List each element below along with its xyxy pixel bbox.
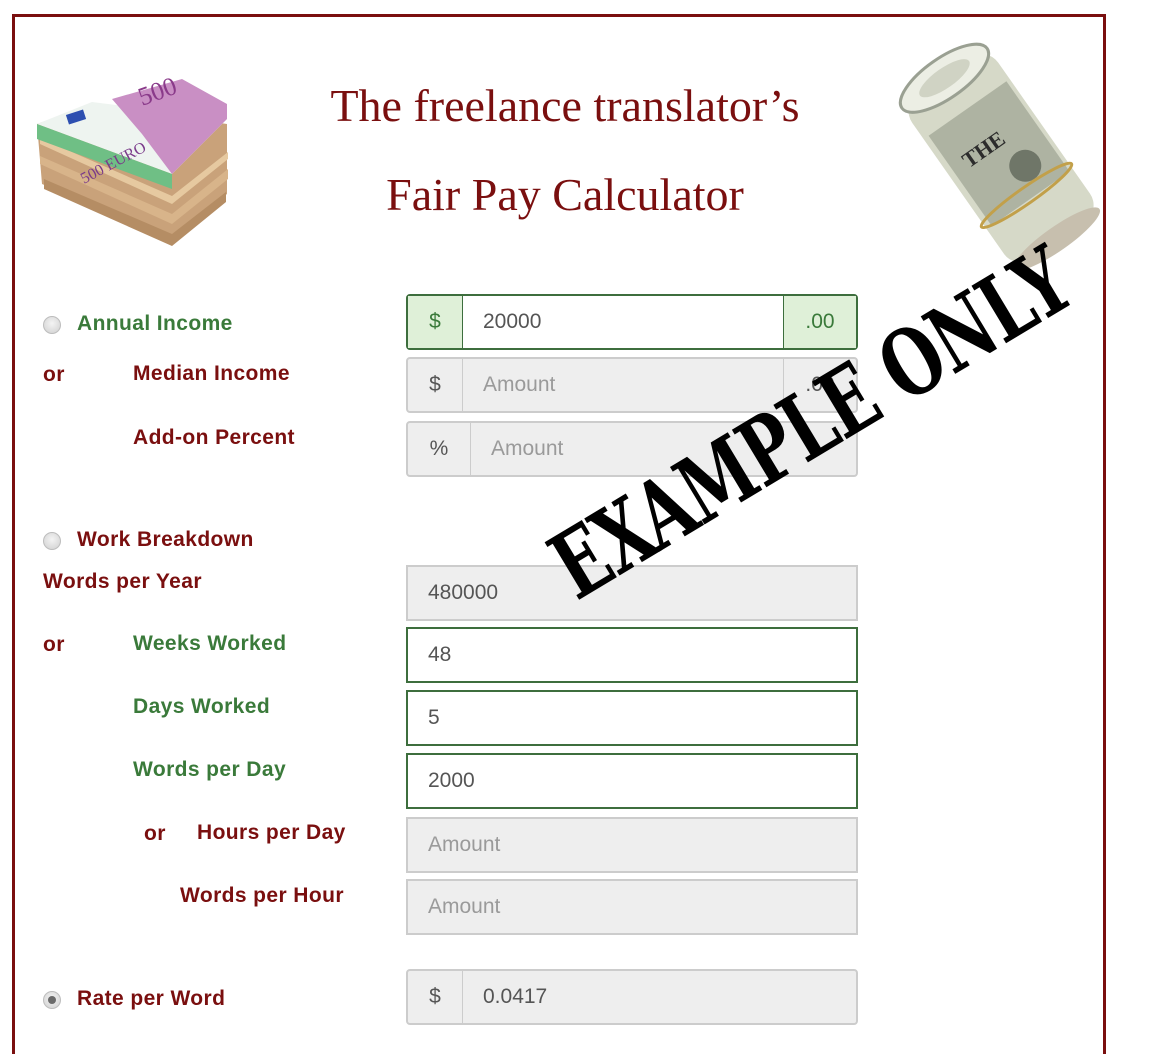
- or-label: or: [144, 822, 166, 845]
- page-title-line1: The freelance translator’s: [330, 80, 800, 131]
- hours-per-day-input[interactable]: Amount: [408, 819, 856, 871]
- weeks-worked-label: Weeks Worked: [133, 632, 287, 655]
- words-per-hour-input[interactable]: Amount: [408, 881, 856, 933]
- dollar-prefix: $: [408, 971, 463, 1023]
- rate-per-word-label: Rate per Word: [77, 987, 226, 1010]
- words-per-day-input[interactable]: 2000: [408, 755, 856, 807]
- words-per-year-label: Words per Year: [43, 570, 202, 593]
- rate-per-word-input[interactable]: 0.0417: [463, 971, 856, 1023]
- percent-prefix: %: [408, 423, 471, 475]
- words-per-day-field: 2000: [406, 753, 858, 809]
- words-per-day-label: Words per Day: [133, 758, 287, 781]
- median-income-input[interactable]: Amount: [463, 359, 783, 411]
- work-breakdown-label: Work Breakdown: [77, 528, 254, 551]
- addon-percent-label: Add-on Percent: [133, 426, 295, 449]
- or-label: or: [43, 633, 65, 656]
- dollar-roll-image: THE: [898, 42, 1101, 270]
- days-worked-field: 5: [406, 690, 858, 746]
- words-per-hour-label: Words per Hour: [180, 884, 344, 907]
- or-label: or: [43, 363, 65, 386]
- rate-per-word-radio[interactable]: [43, 991, 61, 1009]
- dollar-prefix: $: [408, 296, 463, 348]
- annual-income-label: Annual Income: [77, 312, 233, 335]
- annual-income-radio[interactable]: [43, 316, 61, 334]
- median-income-label: Median Income: [133, 362, 290, 385]
- dollar-prefix: $: [408, 359, 463, 411]
- hours-per-day-field: Amount: [406, 817, 858, 873]
- work-breakdown-radio[interactable]: [43, 532, 61, 550]
- page-title-line2: Fair Pay Calculator: [386, 169, 744, 220]
- annual-income-input-group: $ 20000 .00: [406, 294, 858, 350]
- weeks-worked-field: 48: [406, 627, 858, 683]
- euro-banknotes-image: 500 EURO 500: [37, 71, 228, 246]
- annual-income-input[interactable]: 20000: [463, 296, 783, 348]
- days-worked-label: Days Worked: [133, 695, 271, 718]
- rate-per-word-input-group: $ 0.0417: [406, 969, 858, 1025]
- weeks-worked-input[interactable]: 48: [408, 629, 856, 681]
- hours-per-day-label: Hours per Day: [197, 821, 346, 844]
- words-per-hour-field: Amount: [406, 879, 858, 935]
- days-worked-input[interactable]: 5: [408, 692, 856, 744]
